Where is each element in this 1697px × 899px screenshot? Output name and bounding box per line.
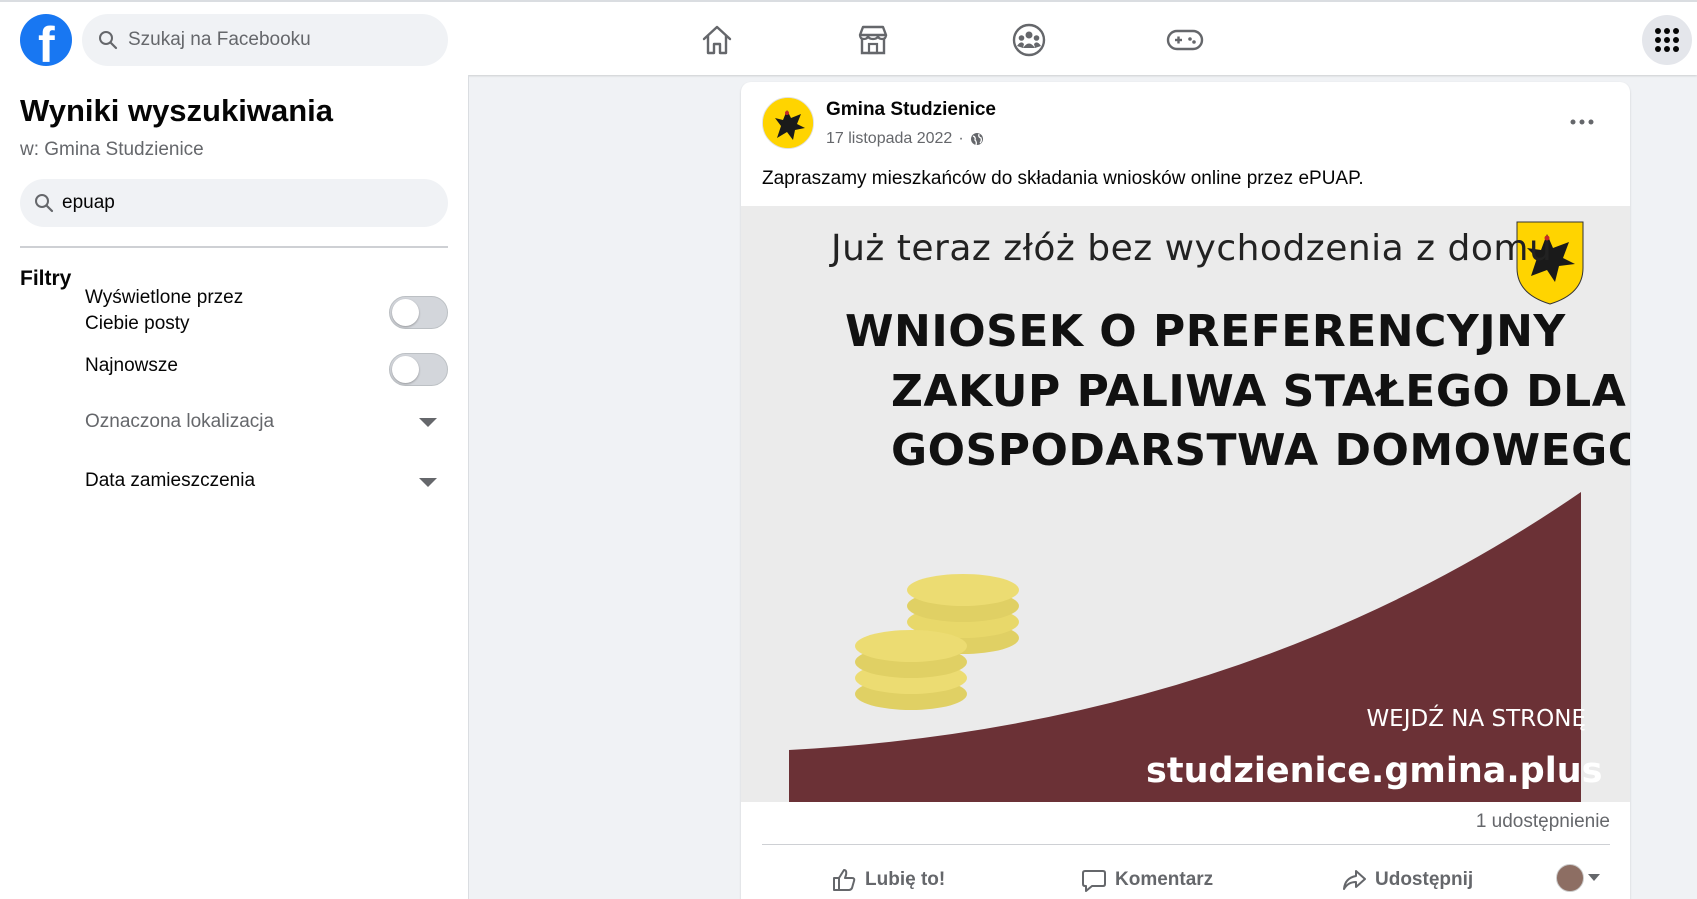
page-search-input[interactable] bbox=[62, 192, 422, 214]
post-meta: 17 listopada 2022 · bbox=[826, 130, 984, 148]
gaming-icon[interactable] bbox=[1160, 16, 1210, 64]
top-navigation-bar: f bbox=[0, 0, 1697, 75]
like-label: Lubię to! bbox=[865, 869, 946, 890]
comment-button[interactable]: Komentarz bbox=[1081, 862, 1213, 898]
search-icon bbox=[35, 194, 54, 213]
more-options-button[interactable] bbox=[1562, 102, 1602, 142]
global-search-input[interactable] bbox=[128, 29, 428, 51]
react-as-selector[interactable] bbox=[1556, 864, 1600, 892]
grid-menu-icon bbox=[1655, 28, 1679, 52]
search-scope: w: Gmina Studzienice bbox=[20, 139, 204, 160]
toggle-knob bbox=[392, 299, 419, 326]
comment-label: Komentarz bbox=[1115, 869, 1214, 890]
globe-icon bbox=[970, 133, 983, 146]
post-date[interactable]: 17 listopada 2022 bbox=[826, 130, 952, 148]
global-search-bar[interactable] bbox=[82, 14, 448, 66]
share-icon bbox=[1343, 870, 1366, 890]
filter-newest-label: Najnowsze bbox=[85, 355, 178, 376]
chevron-down-icon[interactable] bbox=[419, 418, 437, 427]
page-search-bar[interactable] bbox=[20, 179, 448, 227]
filter-newest-toggle[interactable] bbox=[389, 353, 448, 386]
chevron-down-icon[interactable] bbox=[419, 478, 437, 487]
comment-icon bbox=[1082, 870, 1106, 892]
divider bbox=[20, 246, 448, 248]
marketplace-icon[interactable] bbox=[848, 16, 898, 64]
filters-heading: Filtry bbox=[20, 267, 72, 290]
post-author[interactable]: Gmina Studzienice bbox=[826, 99, 996, 121]
share-count[interactable]: 1 udostępnienie bbox=[762, 811, 1610, 833]
image-tagline: Już teraz złóż bez wychodzenia z domu bbox=[831, 228, 1553, 269]
post-image[interactable]: Już teraz złóż bez wychodzenia z domu WN… bbox=[741, 206, 1630, 802]
grid-menu-button[interactable] bbox=[1642, 15, 1692, 65]
facebook-logo[interactable]: f bbox=[20, 14, 72, 73]
search-results-sidebar: Wyniki wyszukiwania w: Gmina Studzienice… bbox=[0, 75, 469, 899]
filter-location-label[interactable]: Oznaczona lokalizacja bbox=[85, 409, 274, 435]
chevron-down-icon bbox=[1588, 874, 1600, 881]
filter-seen-posts-toggle[interactable] bbox=[389, 296, 448, 329]
more-horizontal-icon bbox=[1570, 119, 1594, 125]
image-headline-line-2: ZAKUP PALIWA STAŁEGO DLA bbox=[891, 366, 1627, 417]
share-label: Udostępnij bbox=[1375, 869, 1474, 890]
share-button[interactable]: Udostępnij bbox=[1341, 862, 1473, 898]
avatar bbox=[1556, 864, 1584, 892]
meta-separator: · bbox=[958, 130, 964, 147]
post-card: Gmina Studzienice 17 listopada 2022 · Za… bbox=[741, 82, 1630, 899]
image-url: studzienice.gmina.plus bbox=[1146, 751, 1603, 791]
page-avatar[interactable] bbox=[762, 97, 814, 149]
search-icon bbox=[99, 31, 118, 50]
like-button[interactable]: Lubię to! bbox=[831, 862, 945, 898]
post-text: Zapraszamy mieszkańców do składania wnio… bbox=[762, 168, 1364, 189]
thumbs-up-icon bbox=[833, 869, 856, 891]
facebook-logo-letter: f bbox=[38, 17, 55, 73]
home-icon[interactable] bbox=[692, 16, 742, 64]
divider bbox=[762, 844, 1610, 845]
filter-date-label[interactable]: Data zamieszczenia bbox=[85, 468, 255, 494]
page-title: Wyniki wyszukiwania bbox=[20, 93, 333, 128]
image-headline-line-3: GOSPODARSTWA DOMOWEGO bbox=[891, 425, 1630, 476]
groups-icon[interactable] bbox=[1004, 16, 1054, 64]
toggle-knob bbox=[392, 356, 419, 383]
image-headline-line-1: WNIOSEK O PREFERENCYJNY bbox=[845, 306, 1566, 357]
image-cta: WEJDŹ NA STRONĘ bbox=[1366, 706, 1586, 732]
filter-seen-posts-label: Wyświetlone przez Ciebie posty bbox=[85, 287, 244, 334]
